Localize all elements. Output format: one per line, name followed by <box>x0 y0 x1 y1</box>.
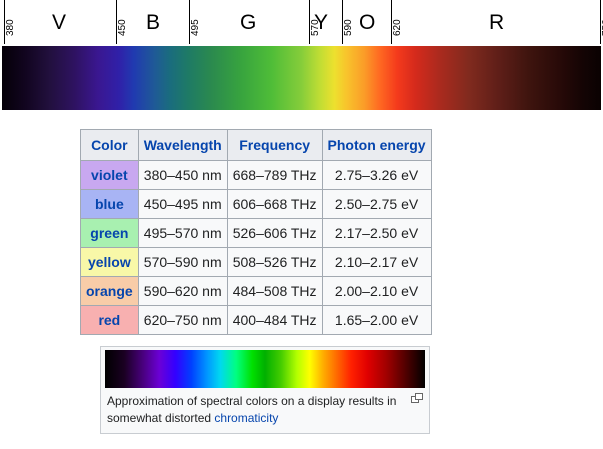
energy-cell: 2.00–2.10 eV <box>321 276 432 306</box>
header-photon-energy: Photon energy <box>321 129 432 161</box>
wavelength-cell: 495–570 nm <box>137 218 228 248</box>
header-color: Color <box>80 129 139 161</box>
wavelength-label: 590 <box>343 19 354 36</box>
band-letter: O <box>359 11 376 34</box>
thumbnail-image[interactable] <box>105 350 425 388</box>
table-row: red 620–750 nm 400–484 THz 1.65–2.00 eV <box>80 305 432 335</box>
table-row: green 495–570 nm 526–606 THz 2.17–2.50 eV <box>80 218 432 248</box>
band-letter: Y <box>314 11 329 34</box>
table-header-row: Color Wavelength Frequency Photon energy <box>80 129 432 161</box>
spectrum-scale: 380 450 495 570 590 620 750 V B G Y O R <box>0 0 603 46</box>
spectrum-thumbnail: Approximation of spectral colors on a di… <box>100 346 430 434</box>
wavelength-label: 495 <box>190 19 201 36</box>
frequency-cell: 526–606 THz <box>226 218 323 248</box>
magnify-icon[interactable] <box>411 393 423 403</box>
energy-cell: 2.17–2.50 eV <box>321 218 432 248</box>
color-table: Color Wavelength Frequency Photon energy… <box>80 129 432 335</box>
header-wavelength: Wavelength <box>137 129 228 161</box>
frequency-cell: 400–484 THz <box>226 305 323 335</box>
wavelength-label: 450 <box>117 19 128 36</box>
header-frequency: Frequency <box>226 129 323 161</box>
wavelength-label: 380 <box>5 19 16 36</box>
color-cell: red <box>80 305 139 335</box>
wavelength-cell: 570–590 nm <box>137 247 228 277</box>
table-row: blue 450–495 nm 606–668 THz 2.50–2.75 eV <box>80 189 432 219</box>
wavelength-cell: 450–495 nm <box>137 189 228 219</box>
energy-cell: 2.10–2.17 eV <box>321 247 432 277</box>
wavelength-cell: 380–450 nm <box>137 160 228 190</box>
frequency-cell: 606–668 THz <box>226 189 323 219</box>
band-letter: V <box>52 11 67 34</box>
table-row: orange 590–620 nm 484–508 THz 2.00–2.10 eV <box>80 276 432 306</box>
table-row: yellow 570–590 nm 508–526 THz 2.10–2.17 eV <box>80 247 432 277</box>
band-letter: B <box>146 11 161 34</box>
table-row: violet 380–450 nm 668–789 THz 2.75–3.26 eV <box>80 160 432 190</box>
spectrum-bar <box>2 46 601 110</box>
color-cell: blue <box>80 189 139 219</box>
energy-cell: 2.75–3.26 eV <box>321 160 432 190</box>
frequency-cell: 668–789 THz <box>226 160 323 190</box>
band-letter: R <box>489 11 505 34</box>
frequency-cell: 484–508 THz <box>226 276 323 306</box>
frequency-cell: 508–526 THz <box>226 247 323 277</box>
energy-cell: 2.50–2.75 eV <box>321 189 432 219</box>
color-cell: orange <box>80 276 139 306</box>
color-cell: violet <box>80 160 139 190</box>
wavelength-cell: 590–620 nm <box>137 276 228 306</box>
color-cell: green <box>80 218 139 248</box>
wavelength-cell: 620–750 nm <box>137 305 228 335</box>
energy-cell: 1.65–2.00 eV <box>321 305 432 335</box>
wavelength-label: 620 <box>392 19 403 36</box>
chromaticity-link[interactable]: chromaticity <box>214 411 278 425</box>
color-cell: yellow <box>80 247 139 277</box>
band-letter: G <box>240 11 257 34</box>
thumbnail-caption: Approximation of spectral colors on a di… <box>107 393 407 427</box>
